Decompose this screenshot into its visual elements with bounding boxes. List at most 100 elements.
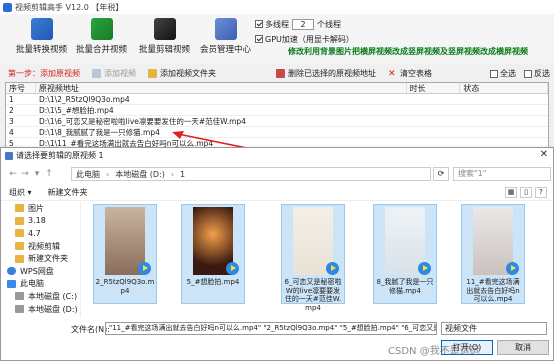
folder-icon [148, 69, 157, 78]
step-bar: 第一步：添加原视频 添加视频 添加视频文件夹 删除已选择的原视频地址 ✕ 清空表… [0, 66, 554, 81]
table-header: 序号 原视频地址 时长 状态 [6, 83, 548, 94]
file-name: 5_#想脸拍.mp4 [186, 278, 240, 286]
member-center-button[interactable]: 会员管理中心 [200, 18, 251, 55]
nav-item-label: 新建文件夹 [28, 254, 68, 264]
invert-checkbox[interactable] [524, 69, 532, 78]
nav-item-folder[interactable]: 视频剪辑 [1, 240, 80, 253]
navigation-pane: 图片 3.18 4.7 视频剪辑 新建文件夹 WPS网盘 此电脑 本地磁盘 (C… [1, 202, 81, 318]
cancel-button[interactable]: 取消 [497, 340, 549, 355]
video-thumbnail [473, 207, 519, 275]
back-arrow-icon[interactable]: ← [7, 169, 19, 179]
close-icon[interactable]: ✕ [540, 149, 548, 160]
convert-icon [30, 18, 53, 40]
add-video-icon [92, 69, 101, 78]
nav-item-folder[interactable]: 3.18 [1, 215, 80, 228]
address-bar: ← → ▾ ↑ 此电脑 › 本地磁盘 (D:) › 1 ⟳ 搜索"1" [1, 165, 553, 183]
file-grid: 2_R5tzQl9Q3o.mp4 5_#想脸拍.mp4 6_可恋又是秘密啦W的l… [87, 202, 553, 318]
batch-convert-label: 批量转换视频 [16, 45, 68, 55]
file-item[interactable]: 2_R5tzQl9Q3o.mp4 [93, 204, 157, 304]
up-arrow-icon[interactable]: ↑ [43, 169, 55, 179]
select-all-control[interactable]: 全选 [490, 68, 516, 79]
select-all-label: 全选 [500, 69, 516, 78]
add-video-button[interactable]: 添加视频 [92, 68, 136, 79]
help-icon[interactable]: ? [535, 187, 547, 198]
gpu-checkbox[interactable] [255, 35, 263, 43]
file-name: 8_我腻了我是一只修猫.mp4 [376, 278, 434, 295]
table-row[interactable]: 2 D:\1\5_#想脸拍.mp4 [6, 105, 548, 116]
merge-icon [90, 18, 113, 40]
batch-convert-button[interactable]: 批量转换视频 [16, 18, 67, 55]
batch-edit-button[interactable]: 批量剪辑视频 [139, 18, 190, 55]
play-icon [326, 262, 339, 275]
table-row[interactable]: 4 D:\1\8_我腻腻了我是一只修猫.mp4 [6, 127, 548, 138]
clear-icon: ✕ [388, 69, 396, 79]
nav-item-folder[interactable]: 4.7 [1, 227, 80, 240]
search-input[interactable]: 搜索"1" [453, 167, 551, 181]
nav-item-wps-cloud[interactable]: WPS网盘 [1, 265, 80, 278]
nav-item-folder[interactable]: 新建文件夹 [1, 252, 80, 265]
row-path: D:\1\5_#想脸拍.mp4 [39, 106, 114, 115]
delete-selected-button[interactable]: 删除已选择的原视频地址 [276, 68, 376, 79]
video-thumbnail [293, 207, 339, 275]
app-icon [3, 2, 12, 12]
filetype-select[interactable]: 视频文件 [441, 322, 547, 335]
play-icon [506, 262, 519, 275]
add-folder-button[interactable]: 添加视频文件夹 [148, 68, 216, 79]
step1-label: 第一步：添加原视频 [8, 69, 80, 78]
folder-icon [15, 229, 24, 238]
row-no: 2 [9, 106, 14, 115]
view-mode-icon[interactable]: ▦ [505, 187, 517, 198]
video-table: 序号 原视频地址 时长 状态 1 D:\1\2_R5tzQl9Q3o.mp4 2… [5, 82, 549, 152]
batch-merge-label: 批量合并视频 [76, 45, 128, 55]
batch-merge-button[interactable]: 批量合并视频 [76, 18, 127, 55]
options-panel: 多线程 2 个线程 GPU加速（用显卡解码） [255, 16, 354, 46]
nav-item-label: 图片 [28, 203, 44, 213]
drive-icon [15, 305, 24, 314]
recent-dropdown-icon[interactable]: ▾ [31, 169, 43, 179]
file-open-dialog: 请选择要剪辑的原视频 1 ✕ ← → ▾ ↑ 此电脑 › 本地磁盘 (D:) ›… [0, 147, 554, 361]
nav-item-label: 本地磁盘 (C:) [28, 291, 78, 301]
dialog-icon [5, 151, 13, 160]
breadcrumb-drive-d[interactable]: 本地磁盘 (D:) [115, 169, 165, 180]
file-name: 2_R5tzQl9Q3o.mp4 [95, 278, 155, 295]
file-item[interactable]: 8_我腻了我是一只修猫.mp4 [373, 204, 437, 304]
film-icon [153, 18, 176, 40]
clear-table-button[interactable]: ✕ 清空表格 [388, 68, 432, 79]
thread-unit-label: 个线程 [317, 19, 341, 29]
invert-select-control[interactable]: 反选 [524, 68, 550, 79]
multithread-checkbox[interactable] [255, 20, 263, 28]
header-duration: 时长 [407, 83, 461, 93]
breadcrumb[interactable]: 此电脑 › 本地磁盘 (D:) › 1 [71, 167, 431, 181]
nav-item-label: WPS网盘 [20, 266, 54, 276]
promo-text: 修改利用背景图片把横屏视频改成竖屏视频及竖屏视频改成横屏视频 [288, 47, 528, 56]
nav-item-drive-c[interactable]: 本地磁盘 (C:) [1, 290, 80, 303]
breadcrumb-this-pc[interactable]: 此电脑 [76, 169, 100, 180]
refresh-icon[interactable]: ⟳ [433, 167, 449, 181]
table-row[interactable]: 1 D:\1\2_R5tzQl9Q3o.mp4 [6, 94, 548, 105]
filename-input[interactable]: "11_#看完这场满出就去告白好吗n可以么.mp4" "2_R5tzQl9Q3o… [105, 322, 437, 335]
preview-pane-icon[interactable]: ▯ [520, 187, 532, 198]
delete-selected-label: 删除已选择的原视频地址 [288, 69, 376, 78]
dialog-title-bar: 请选择要剪辑的原视频 1 [1, 148, 553, 163]
nav-item-pictures[interactable]: 图片 [1, 202, 80, 215]
organize-menu[interactable]: 组织 ▾ [9, 187, 32, 198]
new-folder-button[interactable]: 新建文件夹 [48, 187, 88, 198]
file-item[interactable]: 6_可恋又是秘密啦W的live凛要要发住的一天#范佳W.mp4 [281, 204, 345, 312]
video-thumbnail [105, 207, 151, 275]
nav-item-this-pc[interactable]: 此电脑 [1, 278, 80, 291]
breadcrumb-folder-1[interactable]: 1 [180, 170, 185, 179]
play-icon [226, 262, 239, 275]
file-name: 11_#看完这场满出就去告白好吗n可以么.mp4 [466, 278, 520, 303]
file-item[interactable]: 5_#想脸拍.mp4 [181, 204, 245, 304]
forward-arrow-icon[interactable]: → [19, 169, 31, 179]
table-row[interactable]: 3 D:\1\6_可恋又是秘密啦啦live凛要要发住的一天#范佳W.mp4 [6, 116, 548, 127]
file-item[interactable]: 11_#看完这场满出就去告白好吗n可以么.mp4 [461, 204, 525, 304]
row-path: D:\1\6_可恋又是秘密啦啦live凛要要发住的一天#范佳W.mp4 [39, 117, 246, 126]
thread-count-input[interactable]: 2 [292, 18, 314, 30]
add-folder-label: 添加视频文件夹 [160, 69, 216, 78]
invert-label: 反选 [534, 69, 550, 78]
nav-item-drive-d[interactable]: 本地磁盘 (D:) [1, 303, 80, 316]
gpu-label: GPU加速（用显卡解码） [265, 34, 354, 44]
select-all-checkbox[interactable] [490, 69, 498, 78]
folder-icon [15, 204, 24, 213]
